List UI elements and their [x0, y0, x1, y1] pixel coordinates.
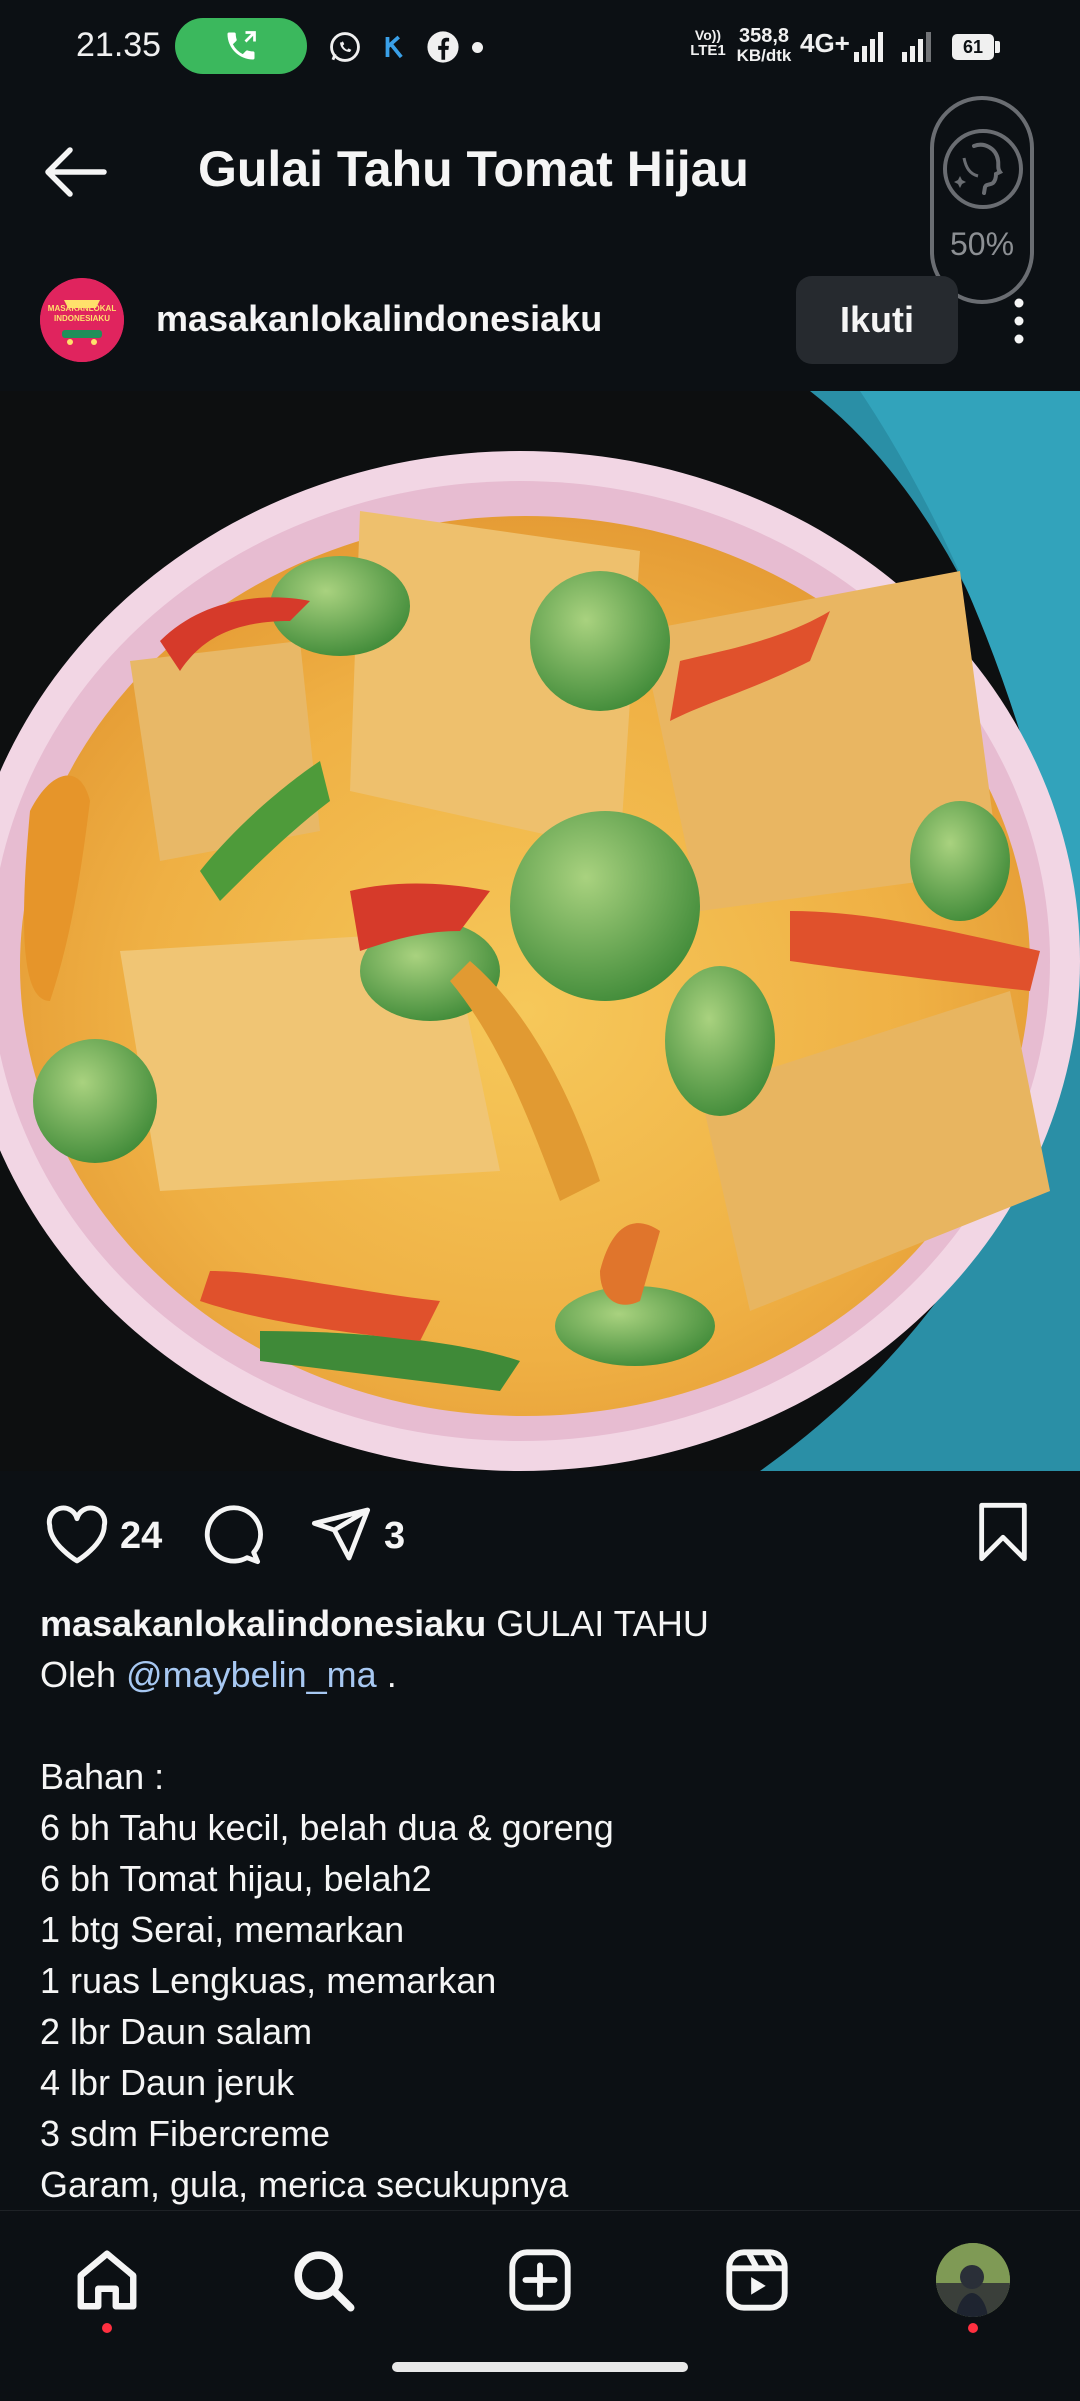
- phone-icon: [227, 31, 256, 60]
- profile-notification-dot: [968, 2323, 978, 2333]
- account-username[interactable]: masakanlokalindonesiaku: [156, 298, 602, 340]
- caption-title: GULAI TAHU: [486, 1603, 709, 1644]
- ingredient-item: 6 bh Tahu kecil, belah dua & goreng: [40, 1807, 614, 1848]
- network-speed-value: 358,8: [738, 25, 790, 47]
- like-count[interactable]: 24: [120, 1515, 162, 1558]
- save-bookmark-icon[interactable]: [976, 1500, 1030, 1564]
- create-post-icon[interactable]: [505, 2245, 575, 2315]
- lte-label: LTE1: [690, 42, 726, 59]
- home-icon[interactable]: [72, 2245, 142, 2315]
- signal-strength-2-icon: [902, 32, 931, 62]
- status-bar: 21.35 Vo)) LTE1 358,8 KB/dtk 4G+ 61: [0, 0, 1080, 96]
- ingredient-item: 1 ruas Lengkuas, memarkan: [40, 1960, 497, 2001]
- overlay-percent: 50%: [949, 226, 1015, 262]
- app-notification-icon: [385, 35, 403, 59]
- like-heart-icon[interactable]: [44, 1505, 110, 1565]
- facebook-icon: [427, 31, 459, 63]
- account-avatar[interactable]: MASAKANLOKAL INDONESIAKU: [40, 278, 124, 362]
- search-icon[interactable]: [288, 2245, 358, 2315]
- home-notification-dot: [102, 2323, 112, 2333]
- ingredient-item: Garam, gula, merica secukupnya: [40, 2164, 569, 2205]
- caption-by-prefix: Oleh: [40, 1654, 127, 1695]
- page-title: Gulai Tahu Tomat Hijau: [198, 141, 749, 197]
- face-profile-icon: [943, 129, 1023, 209]
- caption-mention[interactable]: @maybelin_ma: [126, 1654, 377, 1695]
- post-caption: masakanlokalindonesiaku GULAI TAHU Oleh …: [40, 1598, 1040, 2210]
- reels-icon[interactable]: [722, 2245, 792, 2315]
- post-image[interactable]: [0, 391, 1080, 1471]
- battery-level: 61: [952, 34, 994, 60]
- whatsapp-icon: [330, 32, 360, 62]
- caption-by-suffix: .: [376, 1654, 397, 1695]
- profile-photo-icon: [936, 2243, 1010, 2317]
- follow-button[interactable]: Ikuti: [796, 276, 958, 364]
- avatar-logo-line2: INDONESIAKU: [53, 314, 110, 323]
- network-speed-unit: KB/dtk: [736, 46, 792, 65]
- network-speed: 358,8 KB/dtk: [734, 26, 794, 65]
- bottom-navigation: [0, 2210, 1080, 2401]
- share-send-icon[interactable]: [308, 1502, 374, 1566]
- volte-indicator: Vo)) LTE1: [690, 28, 726, 59]
- food-photo-icon: [0, 391, 1080, 1471]
- caption-username[interactable]: masakanlokalindonesiaku: [40, 1603, 486, 1644]
- signal-strength-icon: [854, 32, 883, 62]
- ongoing-call-pill[interactable]: [175, 18, 307, 74]
- share-count[interactable]: 3: [384, 1515, 405, 1558]
- back-arrow-icon[interactable]: [42, 146, 108, 198]
- more-options-icon[interactable]: [1006, 296, 1032, 346]
- status-time: 21.35: [76, 26, 162, 64]
- ingredient-item: 3 sdm Fibercreme: [40, 2113, 331, 2154]
- comment-icon[interactable]: [198, 1503, 264, 1567]
- battery-icon: [995, 41, 1000, 53]
- avatar-logo-line1: MASAKANLOKAL: [47, 304, 117, 313]
- caption-title-line: masakanlokalindonesiaku GULAI TAHU: [40, 1598, 1040, 1649]
- avatar-logo-text: MASAKANLOKAL INDONESIAKU: [40, 304, 124, 324]
- volte-label: Vo)): [694, 27, 722, 43]
- ingredients-heading: Bahan :: [40, 1756, 165, 1797]
- profile-avatar[interactable]: [936, 2243, 1010, 2317]
- ingredient-item: 4 lbr Daun jeruk: [40, 2062, 295, 2103]
- gesture-home-indicator[interactable]: [392, 2362, 688, 2372]
- more-notifications-dot: [472, 42, 483, 53]
- ingredient-item: 2 lbr Daun salam: [40, 2011, 313, 2052]
- ingredient-item: 1 btg Serai, memarkan: [40, 1909, 405, 1950]
- ingredient-item: 6 bh Tomat hijau, belah2: [40, 1858, 432, 1899]
- caption-author-line: Oleh @maybelin_ma .: [40, 1649, 1040, 1700]
- network-type: 4G+: [800, 28, 850, 58]
